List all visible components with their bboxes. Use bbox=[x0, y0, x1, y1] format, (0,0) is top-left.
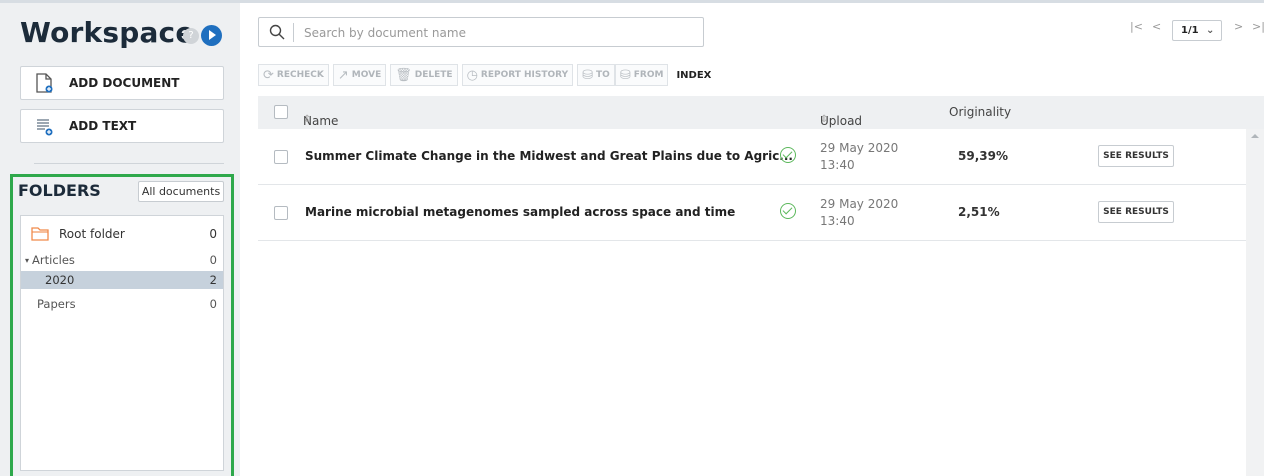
row-checkbox[interactable] bbox=[274, 206, 288, 220]
check-circle-icon bbox=[780, 203, 796, 219]
from-index-button[interactable]: ⛁ FROM bbox=[614, 64, 669, 86]
next-page-icon[interactable]: > bbox=[1234, 20, 1243, 33]
search-divider bbox=[293, 23, 294, 42]
move-icon: ↗ bbox=[337, 67, 349, 83]
search-box bbox=[258, 17, 704, 47]
pager: |< < 1/1 ⌄ > >| bbox=[1114, 20, 1264, 42]
all-documents-button[interactable]: All documents bbox=[138, 181, 224, 202]
last-page-icon[interactable]: >| bbox=[1252, 20, 1264, 33]
chevron-down-icon[interactable]: ▾ bbox=[25, 256, 29, 265]
folder-icon bbox=[31, 227, 49, 241]
database-icon: ⛁ bbox=[619, 67, 631, 83]
add-document-button[interactable]: ADD DOCUMENT bbox=[20, 66, 224, 100]
play-icon[interactable] bbox=[201, 25, 222, 46]
folders-title: FOLDERS bbox=[18, 181, 101, 200]
folder-label: Root folder bbox=[59, 227, 125, 241]
see-results-button[interactable]: SEE RESULTS bbox=[1098, 145, 1174, 167]
folder-count: 2 bbox=[209, 273, 217, 287]
folder-label: 2020 bbox=[45, 273, 75, 287]
folder-papers[interactable]: Papers 0 bbox=[21, 295, 223, 313]
table-row[interactable]: Marine microbial metagenomes sampled acr… bbox=[258, 185, 1246, 241]
see-results-button[interactable]: SEE RESULTS bbox=[1098, 201, 1174, 223]
index-label: INDEX bbox=[676, 69, 712, 81]
to-index-button[interactable]: ⛁ TO bbox=[577, 64, 615, 86]
table-row[interactable]: Summer Climate Change in the Midwest and… bbox=[258, 129, 1246, 185]
check-circle-icon bbox=[780, 147, 796, 163]
folder-tree: Root folder 0 ▾ Articles 0 2020 2 Papers… bbox=[20, 215, 224, 471]
history-icon: ◷ bbox=[466, 67, 478, 83]
delete-button[interactable]: 🗑 DELETE bbox=[390, 64, 458, 86]
upload-date-day: 29 May 2020 bbox=[820, 141, 899, 155]
upload-date-time: 13:40 bbox=[820, 158, 855, 172]
prev-page-icon[interactable]: < bbox=[1152, 20, 1161, 33]
folder-root[interactable]: Root folder 0 bbox=[21, 224, 223, 244]
upload-date-time: 13:40 bbox=[820, 214, 855, 228]
chevron-down-icon: ⌄ bbox=[1206, 25, 1215, 36]
add-document-label: ADD DOCUMENT bbox=[69, 76, 180, 90]
table-scrollbar[interactable] bbox=[1246, 129, 1264, 476]
scroll-up-icon[interactable] bbox=[1251, 134, 1259, 138]
folder-label: Articles bbox=[32, 253, 75, 267]
report-history-label: REPORT HISTORY bbox=[480, 70, 569, 80]
workspace-app: Workspace ? ADD DOCUMENT ADD TEXT FOLDER… bbox=[0, 0, 1264, 476]
document-add-icon bbox=[35, 73, 57, 93]
folder-count: 0 bbox=[209, 297, 217, 311]
document-name[interactable]: Marine microbial metagenomes sampled acr… bbox=[305, 205, 735, 219]
toolbar: ⟳ RECHECK ↗ MOVE 🗑 DELETE ◷ REPORT HISTO… bbox=[258, 64, 719, 86]
row-checkbox[interactable] bbox=[274, 150, 288, 164]
folder-count: 0 bbox=[209, 253, 217, 267]
page-select[interactable]: 1/1 ⌄ bbox=[1172, 20, 1222, 41]
search-icon[interactable] bbox=[269, 24, 285, 44]
upload-date: 29 May 2020 13:40 bbox=[820, 196, 898, 230]
text-add-icon bbox=[35, 116, 57, 136]
delete-label: DELETE bbox=[414, 70, 453, 80]
sidebar-divider bbox=[34, 163, 224, 164]
refresh-icon: ⟳ bbox=[263, 67, 274, 83]
recheck-button[interactable]: ⟳ RECHECK bbox=[258, 64, 329, 86]
app-title: Workspace bbox=[20, 16, 195, 49]
move-label: MOVE bbox=[351, 70, 382, 80]
search-input[interactable] bbox=[304, 24, 694, 42]
folder-count: 0 bbox=[209, 227, 217, 241]
add-text-label: ADD TEXT bbox=[69, 119, 137, 133]
folder-label: Papers bbox=[37, 297, 76, 311]
originality-value: 2,51% bbox=[958, 205, 1000, 219]
database-icon: ⛁ bbox=[582, 67, 594, 83]
table-header: Name ⇕ Upload date ⇕ Originality bbox=[258, 96, 1264, 142]
help-icon[interactable]: ? bbox=[183, 28, 199, 44]
page-current: 1/1 bbox=[1181, 25, 1199, 36]
select-all-checkbox[interactable] bbox=[274, 105, 288, 119]
document-name[interactable]: Summer Climate Change in the Midwest and… bbox=[305, 149, 793, 163]
upload-date: 29 May 2020 13:40 bbox=[820, 140, 898, 174]
report-history-button[interactable]: ◷ REPORT HISTORY bbox=[461, 64, 574, 86]
to-label: TO bbox=[596, 70, 610, 80]
originality-value: 59,39% bbox=[958, 149, 1008, 163]
first-page-icon[interactable]: |< bbox=[1130, 20, 1143, 33]
add-text-button[interactable]: ADD TEXT bbox=[20, 109, 224, 143]
sort-icon: ⇕ bbox=[820, 114, 829, 125]
folder-articles[interactable]: ▾ Articles 0 bbox=[21, 251, 223, 269]
originality-column-header: Originality bbox=[949, 105, 1012, 119]
sort-icon: ⇕ bbox=[303, 114, 312, 125]
recheck-label: RECHECK bbox=[276, 70, 324, 80]
trash-icon: 🗑 bbox=[395, 67, 412, 83]
folder-2020[interactable]: 2020 2 bbox=[21, 271, 223, 289]
upload-date-day: 29 May 2020 bbox=[820, 197, 899, 211]
move-button[interactable]: ↗ MOVE bbox=[332, 64, 387, 86]
top-border bbox=[0, 0, 1264, 3]
from-label: FROM bbox=[633, 70, 664, 80]
